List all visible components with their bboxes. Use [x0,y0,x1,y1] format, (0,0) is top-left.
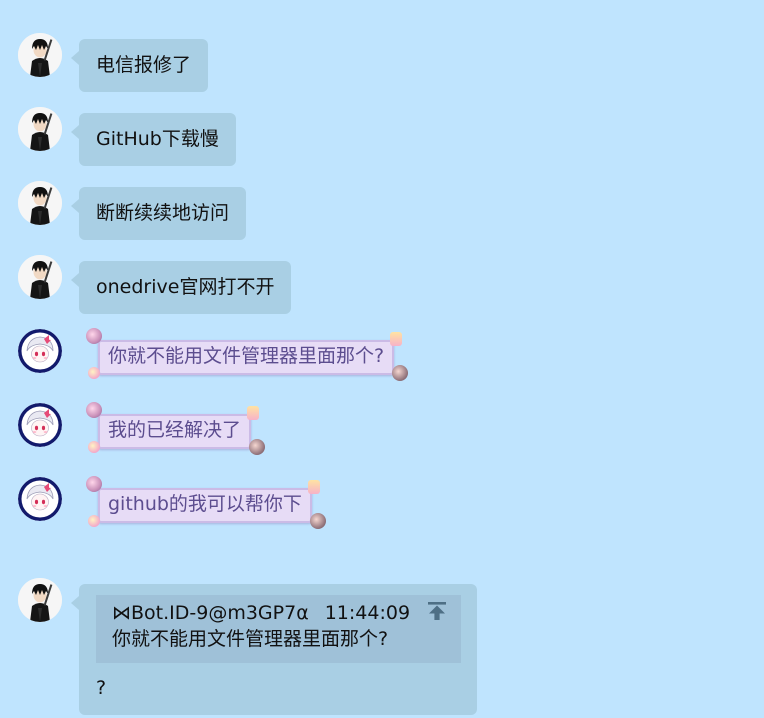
sticker-decoration [86,476,102,492]
quoted-message[interactable]: ⋈Bot.ID-9@m3GP7α 11:44:09 你就不能用文件管理器里面那个… [96,595,461,663]
message-text: github的我可以帮你下 [108,493,302,515]
jump-to-original-arrow-icon[interactable] [427,601,447,621]
message-text: 你就不能用文件管理器里面那个? [108,345,385,367]
reply-message-bubble[interactable]: ⋈Bot.ID-9@m3GP7α 11:44:09 你就不能用文件管理器里面那个… [71,584,477,715]
quote-header: ⋈Bot.ID-9@m3GP7α 11:44:09 [112,600,447,626]
sticker-decoration [392,365,409,381]
message-text: onedrive官网打不开 [96,276,275,298]
message-text: 断断续续地访问 [96,202,230,224]
sticker-decoration [309,513,326,529]
message-text: ? [96,677,107,699]
white-haired-anime-girl-avatar[interactable] [18,403,62,447]
dark-haired-character-avatar[interactable] [18,107,62,151]
decorated-message-bubble[interactable]: github的我可以帮你下 [86,476,326,529]
quote-timestamp: 11:44:09 [324,602,411,624]
message-text: GitHub下载慢 [96,128,219,150]
quote-text: 你就不能用文件管理器里面那个? [112,628,389,650]
sticker-decoration [88,367,100,379]
dark-haired-character-avatar[interactable] [18,33,62,77]
dark-haired-character-avatar[interactable] [18,578,62,622]
sticker-decoration [88,441,100,453]
dark-haired-character-avatar[interactable] [18,181,62,225]
sticker-decoration [249,439,266,455]
dark-haired-character-avatar[interactable] [18,255,62,299]
sticker-decoration [307,480,320,494]
message-bubble[interactable]: 断断续续地访问 [70,187,247,240]
message-text: 我的已经解决了 [108,419,242,441]
decorated-message-bubble[interactable]: 我的已经解决了 [86,402,266,455]
sticker-decoration [86,328,102,344]
message-bubble[interactable]: onedrive官网打不开 [70,261,292,314]
sticker-decoration [86,402,102,418]
sticker-decoration [88,515,100,527]
message-bubble[interactable]: 电信报修了 [70,39,209,92]
message-text: 电信报修了 [96,54,192,76]
message-bubble[interactable]: GitHub下载慢 [71,113,236,166]
white-haired-anime-girl-avatar[interactable] [18,477,62,521]
quote-sender: ⋈Bot.ID-9@m3GP7α [112,602,309,624]
sticker-decoration [390,332,403,346]
decorated-message-bubble[interactable]: 你就不能用文件管理器里面那个? [86,328,409,381]
sticker-decoration [247,406,260,420]
white-haired-anime-girl-avatar[interactable] [18,329,62,373]
